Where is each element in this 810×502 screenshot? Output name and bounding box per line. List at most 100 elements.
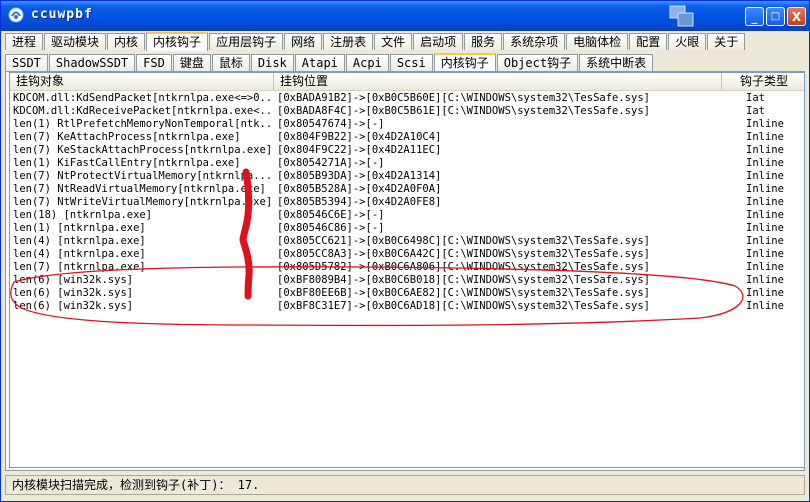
table-row[interactable]: len(1) [ntkrnlpa.exe] [0x80546C86]->[-] In…: [10, 222, 804, 235]
hook-object-cell: len(4) [ntkrnlpa.exe]: [13, 235, 146, 247]
hook-object-cell: len(6) [win32k.sys]: [13, 274, 134, 286]
hook-object-cell: len(6) [win32k.sys]: [13, 287, 134, 299]
hook-location-cell: [0xBADA91B2]->[0xB0C5B60E][C:\WINDOWS\sy…: [277, 92, 650, 104]
hook-object-cell: len(7) KeAttachProcess[ntkrnlpa.exe]: [13, 131, 241, 143]
windows-stack-icon: [669, 5, 694, 27]
table-row[interactable]: len(1) KiFastCallEntry[ntkrnlpa.exe] [0x8…: [10, 157, 804, 170]
main-tab-3[interactable]: 内核钩子: [146, 32, 209, 51]
hook-location-cell: [0xBF8089B4]->[0xB0C6B018][C:\WINDOWS\sy…: [277, 274, 650, 286]
sub-tab-0[interactable]: SSDT: [5, 54, 48, 71]
hook-type-cell: Inline: [746, 222, 784, 234]
hook-type-cell: Inline: [746, 209, 784, 221]
sub-tab-11[interactable]: 系统中断表: [579, 54, 654, 71]
table-row[interactable]: len(4) [ntkrnlpa.exe] [0x805CC8A3]->[0xB0…: [10, 248, 804, 261]
column-header-hook-location[interactable]: 挂钩位置: [274, 73, 722, 90]
hook-type-cell: Inline: [746, 287, 784, 299]
app-window: ccuwpbf _ □ X 进程 驱动模块 内核 内核钩子 应用层钩子 网络 注册表 文件 启动…: [0, 0, 810, 502]
sub-tab-9[interactable]: 内核钩子: [433, 53, 496, 72]
table-row[interactable]: len(4) [ntkrnlpa.exe] [0x805CC621]->[0xB0…: [10, 235, 804, 248]
main-tab-2[interactable]: 内核: [107, 33, 146, 50]
hook-type-cell: Iat: [746, 105, 765, 117]
sub-tab-10[interactable]: Object钩子: [496, 54, 579, 71]
sub-tab-8[interactable]: Scsi: [389, 54, 433, 71]
table-row[interactable]: len(6) [win32k.sys] [0xBF8089B4]->[0xB0C6…: [10, 274, 804, 287]
column-header-hook-type[interactable]: 钩子类型: [722, 73, 804, 90]
list-header: 挂钩对象 挂钩位置 钩子类型: [10, 73, 804, 91]
hook-object-cell: len(7) NtReadVirtualMemory[ntkrnlpa.exe]: [13, 183, 266, 195]
minimize-button[interactable]: _: [745, 7, 764, 26]
hook-object-cell: len(7) KeStackAttachProcess[ntkrnlpa.exe…: [13, 144, 273, 156]
hook-location-cell: [0x8054271A]->[-]: [277, 157, 385, 169]
main-tab-11[interactable]: 电脑体检: [566, 33, 629, 50]
sub-tab-1[interactable]: ShadowSSDT: [48, 54, 136, 71]
hook-list[interactable]: 挂钩对象 挂钩位置 钩子类型 KDCOM.dll:KdSendPacket[nt…: [9, 72, 805, 468]
main-tab-1[interactable]: 驱动模块: [44, 33, 107, 50]
hook-object-cell: KDCOM.dll:KdReceivePacket[ntkrnlpa.exe<.…: [13, 105, 274, 117]
hook-location-cell: [0x80547674]->[-]: [277, 118, 385, 130]
column-header-hook-object[interactable]: 挂钩对象: [10, 73, 274, 90]
sub-tab-5[interactable]: Disk: [250, 54, 294, 71]
hook-location-cell: [0x805B5394]->[0x4D2A0FE8]: [277, 196, 442, 208]
hook-type-cell: Inline: [746, 144, 784, 156]
main-tab-5[interactable]: 网络: [284, 33, 323, 50]
table-row[interactable]: len(1) RtlPrefetchMemoryNonTemporal[ntk.…: [10, 118, 804, 131]
hook-type-cell: Inline: [746, 274, 784, 286]
main-tab-0[interactable]: 进程: [5, 33, 44, 50]
hook-object-cell: len(7) [ntkrnlpa.exe]: [13, 261, 146, 273]
table-row[interactable]: KDCOM.dll:KdReceivePacket[ntkrnlpa.exe<.…: [10, 105, 804, 118]
main-tab-6[interactable]: 注册表: [323, 33, 374, 50]
main-tab-12[interactable]: 配置: [629, 33, 668, 50]
app-icon: [8, 7, 24, 23]
hook-location-cell: [0xBF80EE6B]->[0xB0C6AE82][C:\WINDOWS\sy…: [277, 287, 650, 299]
main-tab-4[interactable]: 应用层钩子: [209, 33, 284, 50]
hook-type-cell: Inline: [746, 235, 784, 247]
table-row[interactable]: len(7) [ntkrnlpa.exe] [0x805D5782]->[0xB0…: [10, 261, 804, 274]
hook-object-cell: len(1) KiFastCallEntry[ntkrnlpa.exe]: [13, 157, 241, 169]
hook-location-cell: [0x80546C86]->[-]: [277, 222, 385, 234]
table-row[interactable]: len(7) NtProtectVirtualMemory[ntkrnlpa..…: [10, 170, 804, 183]
hook-location-cell: [0x805D5782]->[0xB0C6A806][C:\WINDOWS\sy…: [277, 261, 650, 273]
hook-object-cell: KDCOM.dll:KdSendPacket[ntkrnlpa.exe<=>0.…: [13, 92, 274, 104]
table-row[interactable]: len(7) NtWriteVirtualMemory[ntkrnlpa.exe…: [10, 196, 804, 209]
main-tab-bar: 进程 驱动模块 内核 内核钩子 应用层钩子 网络 注册表 文件 启动项 服务 系统杂项 电脑体检 配置火…: [5, 31, 746, 51]
sub-tab-2[interactable]: FSD: [136, 54, 172, 71]
table-row[interactable]: len(18) [ntkrnlpa.exe] [0x80546C6E]->[-] I…: [10, 209, 804, 222]
hook-location-cell: [0x805CC8A3]->[0xB0C6A42C][C:\WINDOWS\sy…: [277, 248, 650, 260]
close-button[interactable]: X: [787, 7, 806, 26]
hook-type-cell: Inline: [746, 118, 784, 130]
table-row[interactable]: len(7) KeStackAttachProcess[ntkrnlpa.exe…: [10, 144, 804, 157]
main-tab-8[interactable]: 启动项: [413, 33, 464, 50]
hook-type-cell: Inline: [746, 131, 784, 143]
table-row[interactable]: KDCOM.dll:KdSendPacket[ntkrnlpa.exe<=>0.…: [10, 92, 804, 105]
main-tab-9[interactable]: 服务: [464, 33, 503, 50]
hook-location-cell: [0x804F9B22]->[0x4D2A10C4]: [277, 131, 442, 143]
maximize-button[interactable]: □: [766, 7, 785, 26]
window-title: ccuwpbf: [31, 7, 93, 22]
table-row[interactable]: len(7) KeAttachProcess[ntkrnlpa.exe] [0x8…: [10, 131, 804, 144]
sub-tab-3[interactable]: 键盘: [172, 54, 211, 71]
main-tab-7[interactable]: 文件: [374, 33, 413, 50]
hook-location-cell: [0x804F9C22]->[0x4D2A11EC]: [277, 144, 442, 156]
hook-object-cell: len(18) [ntkrnlpa.exe]: [13, 209, 153, 221]
hook-location-cell: [0x805B528A]->[0x4D2A0F0A]: [277, 183, 442, 195]
hook-type-cell: Inline: [746, 261, 784, 273]
main-tab-13[interactable]: 火眼: [668, 33, 707, 50]
sub-tab-7[interactable]: Acpi: [345, 54, 389, 71]
title-bar[interactable]: ccuwpbf _ □ X: [1, 1, 809, 31]
hook-object-cell: len(4) [ntkrnlpa.exe]: [13, 248, 146, 260]
table-row[interactable]: len(6) [win32k.sys] [0xBF8C31E7]->[0xB0C6…: [10, 300, 804, 313]
status-bar: 内核模块扫描完成，检测到钩子(补丁)： 17.: [5, 475, 805, 495]
hook-type-cell: Inline: [746, 183, 784, 195]
hook-type-cell: Inline: [746, 157, 784, 169]
hook-type-cell: Inline: [746, 196, 784, 208]
sub-tab-4[interactable]: 鼠标: [211, 54, 250, 71]
table-row[interactable]: len(7) NtReadVirtualMemory[ntkrnlpa.exe]…: [10, 183, 804, 196]
hook-type-cell: Inline: [746, 300, 784, 312]
hook-location-cell: [0xBF8C31E7]->[0xB0C6AD18][C:\WINDOWS\sy…: [277, 300, 650, 312]
sub-tab-6[interactable]: Atapi: [294, 54, 345, 71]
main-tab-14[interactable]: 关于: [707, 33, 746, 50]
hook-object-cell: len(1) [ntkrnlpa.exe]: [13, 222, 146, 234]
main-tab-10[interactable]: 系统杂项: [503, 33, 566, 50]
table-row[interactable]: len(6) [win32k.sys] [0xBF80EE6B]->[0xB0C6…: [10, 287, 804, 300]
hook-object-cell: len(7) NtWriteVirtualMemory[ntkrnlpa.exe…: [13, 196, 273, 208]
